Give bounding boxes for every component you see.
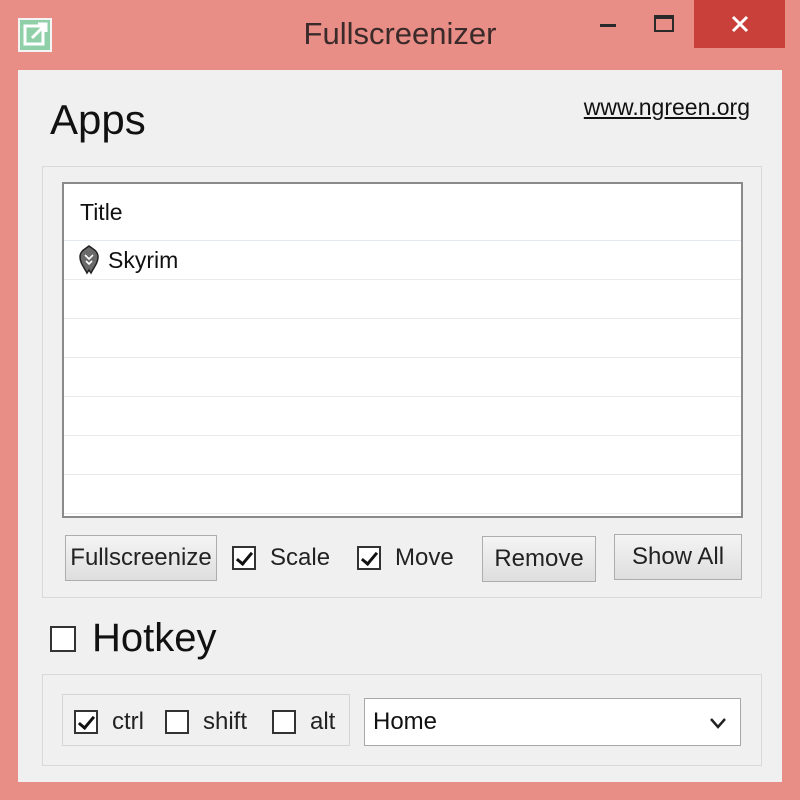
list-item: [64, 397, 741, 436]
hotkey-checkbox-box[interactable]: [50, 625, 76, 652]
ctrl-checkbox[interactable]: ctrl: [74, 708, 144, 736]
ctrl-checkbox-box[interactable]: [74, 710, 98, 734]
maximize-button[interactable]: [640, 0, 688, 48]
list-item-title: Skyrim: [108, 246, 179, 273]
scale-checkbox[interactable]: Scale: [232, 544, 330, 572]
scale-checkbox-box[interactable]: [232, 546, 256, 570]
chevron-down-icon[interactable]: [708, 712, 728, 740]
list-item: [64, 358, 741, 397]
column-header-title[interactable]: Title: [64, 184, 741, 241]
minimize-icon: [600, 24, 616, 27]
website-link[interactable]: www.ngreen.org: [584, 94, 750, 121]
remove-button[interactable]: Remove: [482, 536, 596, 582]
shift-checkbox-label: shift: [203, 708, 248, 735]
maximize-icon: [654, 15, 674, 32]
close-button[interactable]: [694, 0, 785, 48]
show-all-button[interactable]: Show All: [614, 534, 742, 580]
move-checkbox-box[interactable]: [357, 546, 381, 570]
list-item: [64, 280, 741, 319]
shift-checkbox-box[interactable]: [165, 710, 189, 734]
list-item: [64, 475, 741, 514]
client-area: Apps www.ngreen.org Title Skyrim Fullscr…: [18, 70, 782, 782]
list-item[interactable]: Skyrim: [64, 241, 741, 280]
ctrl-checkbox-label: ctrl: [112, 708, 144, 735]
hotkey-checkbox[interactable]: Hotkey: [50, 616, 217, 661]
fullscreenize-button[interactable]: Fullscreenize: [65, 535, 217, 581]
hotkey-key-select[interactable]: Home: [364, 698, 741, 746]
alt-checkbox-box[interactable]: [272, 710, 296, 734]
list-item: [64, 436, 741, 475]
apps-listview[interactable]: Title Skyrim: [62, 182, 743, 518]
title-bar[interactable]: Fullscreenizer: [0, 0, 800, 70]
alt-checkbox[interactable]: alt: [272, 708, 335, 736]
scale-checkbox-label: Scale: [270, 544, 331, 571]
skyrim-dragon-icon: [78, 245, 100, 275]
hotkey-key-value: Home: [373, 708, 438, 735]
hotkey-label: Hotkey: [92, 616, 217, 660]
move-checkbox-label: Move: [395, 544, 454, 571]
shift-checkbox[interactable]: shift: [165, 708, 247, 736]
apps-heading: Apps: [50, 96, 146, 143]
alt-checkbox-label: alt: [310, 708, 336, 735]
move-checkbox[interactable]: Move: [357, 544, 454, 572]
list-item: [64, 319, 741, 358]
minimize-button[interactable]: [584, 0, 632, 48]
close-icon: [731, 15, 748, 33]
app-window: Fullscreenizer Apps www.ngreen.org Title: [0, 0, 800, 800]
